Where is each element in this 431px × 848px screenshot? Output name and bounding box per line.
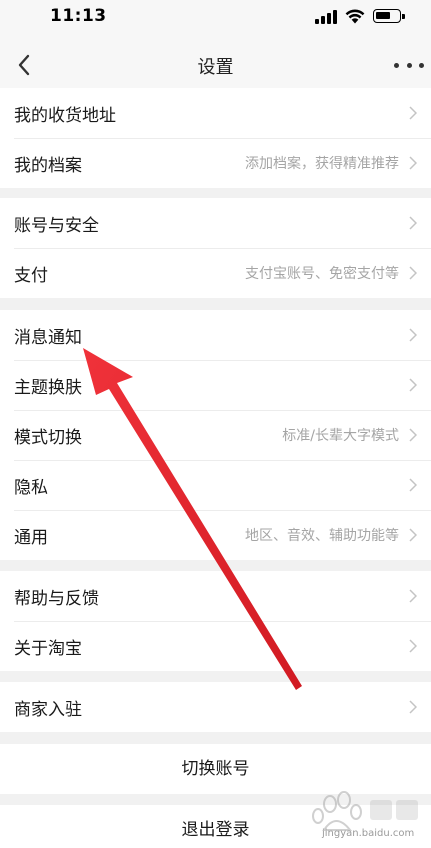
row-description: 添加档案，获得精准推荐 bbox=[245, 156, 399, 172]
navigation-bar: 设置 bbox=[0, 38, 431, 92]
row-label: 账号与安全 bbox=[14, 215, 99, 236]
settings-screen: 11:13 设置 我的收货地址 我的档案 添加档案，获得精准推荐 账号与安全 支… bbox=[0, 0, 431, 848]
settings-group-help: 帮助与反馈 关于淘宝 bbox=[0, 571, 431, 671]
status-bar: 11:13 bbox=[0, 0, 431, 38]
settings-group-merchant: 商家入驻 bbox=[0, 682, 431, 732]
settings-row-address[interactable]: 我的收货地址 bbox=[0, 88, 431, 138]
row-label: 消息通知 bbox=[14, 327, 82, 348]
settings-row-notifications[interactable]: 消息通知 bbox=[0, 310, 431, 360]
row-label: 关于淘宝 bbox=[14, 638, 82, 659]
row-label: 模式切换 bbox=[14, 427, 82, 448]
chevron-right-icon bbox=[409, 378, 417, 392]
row-description: 标准/长辈大字模式 bbox=[282, 428, 399, 444]
page-title: 设置 bbox=[197, 57, 234, 78]
chevron-right-icon bbox=[409, 266, 417, 280]
battery-icon bbox=[373, 9, 405, 23]
chevron-right-icon bbox=[409, 528, 417, 542]
chevron-right-icon bbox=[409, 428, 417, 442]
row-label: 商家入驻 bbox=[14, 699, 82, 720]
row-label: 帮助与反馈 bbox=[14, 588, 99, 609]
settings-row-profile[interactable]: 我的档案 添加档案，获得精准推荐 bbox=[0, 138, 431, 188]
chevron-right-icon bbox=[409, 328, 417, 342]
settings-row-merchant[interactable]: 商家入驻 bbox=[0, 682, 431, 732]
chevron-right-icon bbox=[409, 106, 417, 120]
watermark-url: jingyan.baidu.com bbox=[322, 828, 415, 839]
row-description: 地区、音效、辅助功能等 bbox=[245, 528, 399, 544]
chevron-right-icon bbox=[409, 478, 417, 492]
row-label: 支付 bbox=[14, 265, 48, 286]
row-label: 主题换肤 bbox=[14, 377, 82, 398]
chevron-right-icon bbox=[409, 156, 417, 170]
settings-row-privacy[interactable]: 隐私 bbox=[0, 460, 431, 510]
row-description: 支付宝账号、免密支付等 bbox=[245, 266, 399, 282]
status-time: 11:13 bbox=[50, 6, 107, 26]
chevron-right-icon bbox=[409, 589, 417, 603]
cellular-signal-icon bbox=[315, 10, 339, 24]
settings-row-theme[interactable]: 主题换肤 bbox=[0, 360, 431, 410]
settings-group-preferences: 消息通知 主题换肤 模式切换 标准/长辈大字模式 隐私 通用 地区、音效、辅助功… bbox=[0, 310, 431, 560]
settings-row-general[interactable]: 通用 地区、音效、辅助功能等 bbox=[0, 510, 431, 560]
chevron-right-icon bbox=[409, 639, 417, 653]
settings-row-mode-switch[interactable]: 模式切换 标准/长辈大字模式 bbox=[0, 410, 431, 460]
settings-row-about[interactable]: 关于淘宝 bbox=[0, 621, 431, 671]
row-label: 通用 bbox=[14, 527, 48, 548]
settings-row-help-feedback[interactable]: 帮助与反馈 bbox=[0, 571, 431, 621]
settings-row-payment[interactable]: 支付 支付宝账号、免密支付等 bbox=[0, 248, 431, 298]
chevron-right-icon bbox=[409, 700, 417, 714]
more-icon[interactable] bbox=[394, 58, 424, 72]
wifi-icon bbox=[345, 9, 365, 24]
switch-account-button[interactable]: 切换账号 bbox=[0, 744, 431, 794]
row-label: 隐私 bbox=[14, 477, 48, 498]
chevron-right-icon bbox=[409, 216, 417, 230]
settings-row-account-security[interactable]: 账号与安全 bbox=[0, 198, 431, 248]
row-label: 我的收货地址 bbox=[14, 105, 116, 126]
settings-group-address: 我的收货地址 我的档案 添加档案，获得精准推荐 bbox=[0, 88, 431, 188]
settings-group-account: 账号与安全 支付 支付宝账号、免密支付等 bbox=[0, 198, 431, 298]
row-label: 我的档案 bbox=[14, 155, 82, 176]
